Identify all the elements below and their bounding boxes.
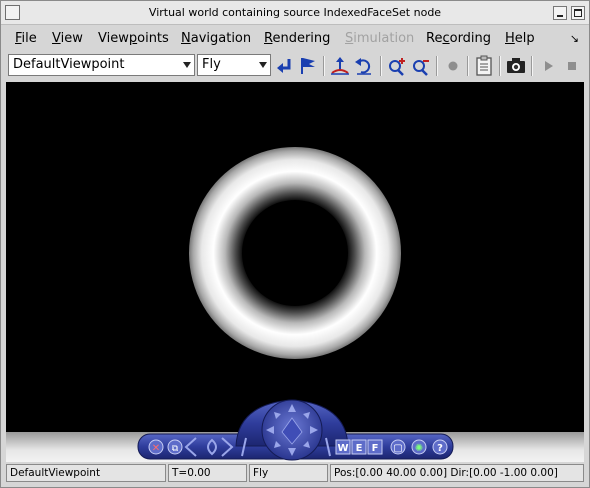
menu-file[interactable]: File bbox=[15, 31, 37, 46]
navigation-dashboard: ✕ ⧉ W E F ▢ ✺ ? bbox=[137, 399, 454, 461]
close-icon[interactable]: ✕ bbox=[152, 443, 160, 454]
menu-bar: File View Viewpoints Navigation Renderin… bbox=[1, 27, 589, 51]
straighten-icon[interactable] bbox=[329, 55, 351, 77]
toolbar-separator bbox=[380, 56, 382, 76]
zoom-out-icon[interactable] bbox=[410, 55, 432, 77]
toolbar-separator bbox=[323, 56, 325, 76]
status-bar: DefaultViewpoint T=0.00 Fly Pos:[0.00 40… bbox=[6, 464, 584, 482]
menu-simulation: Simulation bbox=[345, 31, 415, 46]
fit-icon[interactable]: ▢ bbox=[393, 443, 402, 454]
toolbar-separator bbox=[436, 56, 438, 76]
minimize-icon[interactable] bbox=[553, 6, 567, 20]
play-icon[interactable] bbox=[537, 55, 559, 77]
camera-icon[interactable] bbox=[505, 55, 527, 77]
navigation-mode-select[interactable]: Fly bbox=[197, 54, 271, 76]
chevron-down-icon bbox=[183, 62, 191, 68]
viewpoint-select[interactable]: DefaultViewpoint bbox=[8, 54, 195, 76]
w-button[interactable]: W bbox=[337, 443, 348, 454]
menu-viewpoints[interactable]: Viewpoints bbox=[98, 31, 169, 46]
navigation-mode-value: Fly bbox=[202, 57, 221, 72]
toolbar-separator bbox=[467, 56, 469, 76]
status-position: Pos:[0.00 40.00 0.00] Dir:[0.00 -1.00 0.… bbox=[330, 464, 584, 482]
headlight-icon[interactable]: ✺ bbox=[415, 443, 423, 454]
f-button[interactable]: F bbox=[372, 443, 379, 454]
viewpoint-select-value: DefaultViewpoint bbox=[13, 57, 125, 72]
go-back-icon[interactable] bbox=[274, 55, 296, 77]
status-viewpoint: DefaultViewpoint bbox=[6, 464, 166, 482]
menu-help[interactable]: Help bbox=[505, 31, 535, 46]
maximize-icon[interactable] bbox=[571, 6, 585, 20]
toolbar-separator bbox=[531, 56, 533, 76]
3d-viewport[interactable]: ✕ ⧉ W E F ▢ ✺ ? bbox=[6, 82, 584, 462]
record-icon[interactable] bbox=[442, 55, 464, 77]
stop-icon[interactable] bbox=[561, 55, 583, 77]
help-icon[interactable]: ? bbox=[437, 443, 443, 454]
zoom-in-icon[interactable] bbox=[386, 55, 408, 77]
clipboard-icon[interactable] bbox=[473, 55, 495, 77]
flag-icon[interactable] bbox=[297, 55, 319, 77]
menu-view[interactable]: View bbox=[52, 31, 83, 46]
status-nav-mode: Fly bbox=[249, 464, 328, 482]
menu-rendering[interactable]: Rendering bbox=[264, 31, 330, 46]
undo-move-icon[interactable] bbox=[353, 55, 375, 77]
e-button[interactable]: E bbox=[356, 443, 363, 454]
status-time: T=0.00 bbox=[168, 464, 247, 482]
menu-navigation[interactable]: Navigation bbox=[181, 31, 251, 46]
title-bar: Virtual world containing source IndexedF… bbox=[1, 1, 589, 25]
window-title: Virtual world containing source IndexedF… bbox=[148, 6, 442, 19]
menu-overflow-icon[interactable]: ↘ bbox=[570, 32, 579, 45]
application-window: Virtual world containing source IndexedF… bbox=[0, 0, 590, 488]
menu-recording[interactable]: Recording bbox=[426, 31, 491, 46]
toolbar-separator bbox=[499, 56, 501, 76]
toolbar: DefaultViewpoint Fly bbox=[1, 53, 589, 79]
chevron-down-icon bbox=[259, 62, 267, 68]
restore-icon[interactable]: ⧉ bbox=[172, 444, 179, 454]
